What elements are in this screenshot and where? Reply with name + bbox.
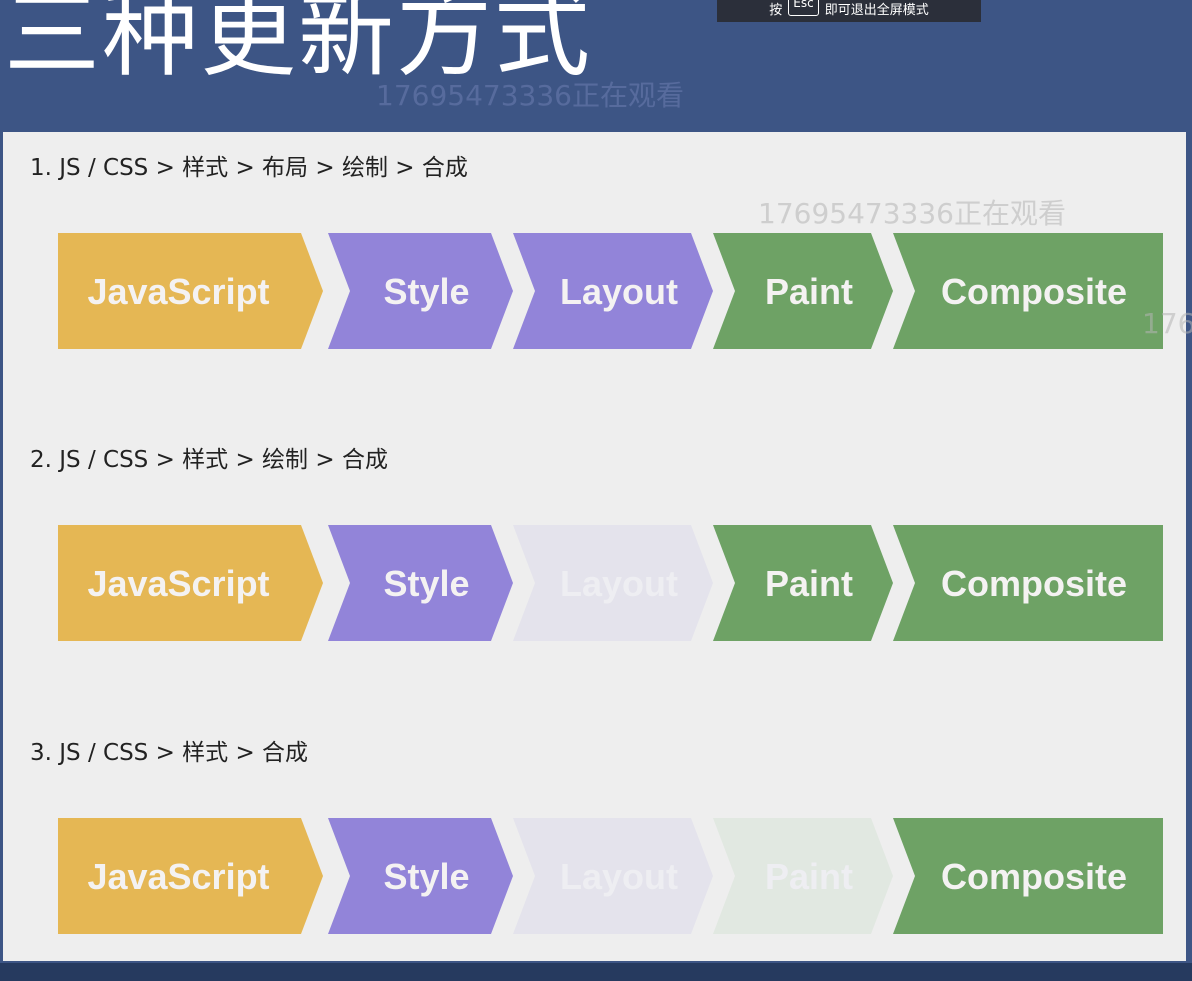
stage-label: Style [383,856,469,897]
stage-javascript: JavaScript [58,525,323,641]
stage-label: Layout [560,856,678,897]
pipeline-row-1: JavaScript Style Layout Paint Composite [58,232,1163,350]
stage-style: Style [328,233,513,349]
stage-paint: Paint [713,525,893,641]
stage-javascript: JavaScript [58,818,323,934]
stage-composite: Composite [893,233,1163,349]
row-1-label: 1. JS / CSS > 样式 > 布局 > 绘制 > 合成 [30,155,468,181]
stage-layout-skipped: Layout [513,525,713,641]
stage-style: Style [328,818,513,934]
stage-label: Composite [941,271,1127,312]
stage-label: JavaScript [87,271,269,312]
slide-content: 1. JS / CSS > 样式 > 布局 > 绘制 > 合成 JavaScri… [3,132,1186,961]
stage-layout: Layout [513,233,713,349]
esc-key-icon: Esc [788,0,819,16]
pipeline-row-3: JavaScript Style Layout Paint Composite [58,817,1163,935]
stage-label: Style [383,563,469,604]
pipeline-chevrons: JavaScript Style Layout Paint Composite [58,525,1163,641]
stage-paint-skipped: Paint [713,818,893,934]
page-title: 三种更新方式 [4,0,592,90]
stage-label: Style [383,271,469,312]
stage-label: Paint [765,271,853,312]
stage-label: JavaScript [87,856,269,897]
stage-paint: Paint [713,233,893,349]
pipeline-row-2: JavaScript Style Layout Paint Composite [58,524,1163,642]
stage-label: Layout [560,563,678,604]
stage-composite: Composite [893,818,1163,934]
row-3-label: 3. JS / CSS > 样式 > 合成 [30,740,309,766]
bottom-bar [0,963,1192,981]
pipeline-chevrons: JavaScript Style Layout Paint Composite [58,818,1163,934]
stage-label: JavaScript [87,563,269,604]
esc-tip-prefix: 按 [769,2,783,18]
stage-style: Style [328,525,513,641]
stage-layout-skipped: Layout [513,818,713,934]
stage-composite: Composite [893,525,1163,641]
pipeline-chevrons: JavaScript Style Layout Paint Composite [58,233,1163,349]
stage-label: Composite [941,563,1127,604]
stage-label: Paint [765,563,853,604]
fullscreen-exit-tip: 按 Esc 即可退出全屏模式 [717,0,981,22]
stage-javascript: JavaScript [58,233,323,349]
row-2-label: 2. JS / CSS > 样式 > 绘制 > 合成 [30,447,388,473]
stage-label: Composite [941,856,1127,897]
stage-label: Layout [560,271,678,312]
stage-label: Paint [765,856,853,897]
esc-tip-suffix: 即可退出全屏模式 [824,2,929,18]
